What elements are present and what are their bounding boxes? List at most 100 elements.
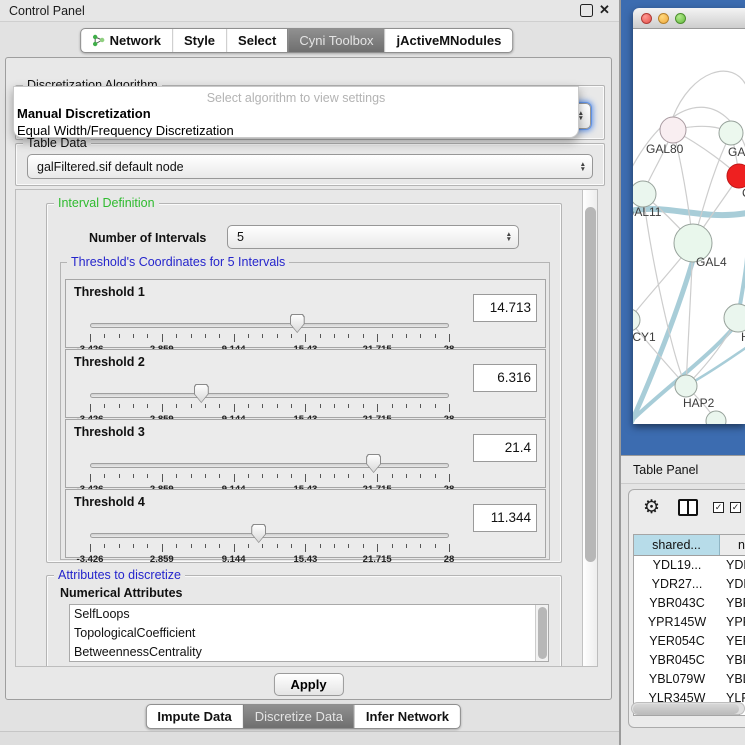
gear-icon[interactable]: ⚙︎ bbox=[643, 496, 660, 519]
cell[interactable]: YPR145W bbox=[634, 613, 720, 632]
network-node[interactable] bbox=[719, 121, 743, 145]
tab-discretize-data[interactable]: Discretize Data bbox=[243, 705, 354, 728]
window-close-button[interactable] bbox=[641, 13, 652, 24]
tab-impute-data[interactable]: Impute Data bbox=[146, 705, 242, 728]
table-row[interactable]: YDR27... YDR2 bbox=[634, 575, 745, 594]
window-minimize-button[interactable] bbox=[658, 13, 669, 24]
slider-track[interactable] bbox=[90, 463, 449, 468]
cell[interactable]: YDL1 bbox=[720, 556, 745, 575]
network-node[interactable] bbox=[633, 181, 656, 207]
slider-track[interactable] bbox=[90, 393, 449, 398]
table-data-combobox-value: galFiltered.sif default node bbox=[37, 160, 184, 174]
cell[interactable]: YBL079W bbox=[634, 670, 720, 689]
network-node[interactable] bbox=[675, 375, 697, 397]
network-view-frame: GAL80GACGAL11GAL4GCY1HHAP2 bbox=[621, 0, 745, 455]
tab-infer-network[interactable]: Infer Network bbox=[354, 705, 460, 728]
network-edge[interactable] bbox=[673, 71, 745, 117]
network-node[interactable] bbox=[724, 304, 745, 332]
threshold-2-slider[interactable]: -3.4262.8599.14415.4321.71528 bbox=[90, 380, 449, 418]
network-canvas[interactable]: GAL80GACGAL11GAL4GCY1HHAP2 bbox=[633, 29, 745, 424]
bottom-strip bbox=[0, 731, 619, 745]
close-panel-icon[interactable]: ✕ bbox=[598, 4, 611, 17]
threshold-4-slider[interactable]: -3.4262.8599.14415.4321.71528 bbox=[90, 520, 449, 558]
float-panel-icon[interactable] bbox=[580, 4, 593, 17]
network-node-label: HAP2 bbox=[683, 396, 715, 410]
slider-track[interactable] bbox=[90, 323, 449, 328]
application-root: Control Panel ✕ Network Style Select Cyn… bbox=[0, 0, 745, 745]
table-row[interactable]: YBR043C YBR0 bbox=[634, 594, 745, 613]
slider-thumb[interactable] bbox=[194, 384, 209, 403]
table-header-row: shared... n bbox=[634, 535, 745, 556]
bottom-tab-bar: Impute Data Discretize Data Infer Networ… bbox=[145, 704, 461, 729]
attributes-list-scrollbar[interactable] bbox=[535, 605, 548, 661]
cell[interactable]: YBR045C bbox=[634, 651, 720, 670]
table-data-group: Table Data galFiltered.sif default node … bbox=[15, 143, 605, 186]
list-item-topologicalcoefficient[interactable]: TopologicalCoefficient bbox=[70, 624, 548, 643]
cell[interactable]: YER0 bbox=[720, 632, 745, 651]
cell[interactable]: YBR0 bbox=[720, 651, 745, 670]
tab-network[interactable]: Network bbox=[81, 29, 172, 52]
slider-track[interactable] bbox=[90, 533, 449, 538]
table-row[interactable]: YBL079W YBL0 bbox=[634, 670, 745, 689]
network-node[interactable] bbox=[633, 309, 640, 331]
interval-definition-group: Interval Definition Number of Intervals … bbox=[46, 203, 562, 563]
table-row[interactable]: YDL19... YDL1 bbox=[634, 556, 745, 575]
threshold-2-panel: Threshold 2 -3.4262.8599.14415.4321.7152… bbox=[65, 349, 546, 418]
window-zoom-button[interactable] bbox=[675, 13, 686, 24]
cell[interactable]: YDR2 bbox=[720, 575, 745, 594]
cell[interactable]: YPR1 bbox=[720, 613, 745, 632]
cell[interactable]: YBR0 bbox=[720, 594, 745, 613]
cell[interactable]: YBL0 bbox=[720, 670, 745, 689]
popup-item-manual-discretization[interactable]: Manual Discretization bbox=[14, 105, 578, 122]
slider-ticks bbox=[90, 544, 449, 553]
network-window-titlebar[interactable] bbox=[633, 8, 745, 29]
threshold-1-slider[interactable]: -3.4262.8599.14415.4321.71528 bbox=[90, 310, 449, 348]
network-node[interactable] bbox=[706, 411, 726, 424]
slider-thumb[interactable] bbox=[290, 314, 305, 333]
network-edge[interactable] bbox=[643, 194, 686, 386]
network-node-label: GAL80 bbox=[646, 142, 684, 156]
threshold-3-value-field[interactable]: 21.4 bbox=[473, 434, 537, 462]
threshold-2-value-field[interactable]: 6.316 bbox=[473, 364, 537, 392]
top-tab-bar: Network Style Select Cyni Toolbox jActiv… bbox=[80, 28, 514, 53]
threshold-3-slider[interactable]: -3.4262.8599.14415.4321.71528 bbox=[90, 450, 449, 488]
popup-item-equal-width-frequency[interactable]: Equal Width/Frequency Discretization bbox=[14, 122, 578, 138]
threshold-2-label: Threshold 2 bbox=[74, 355, 145, 369]
list-item-selfloops[interactable]: SelfLoops bbox=[70, 605, 548, 624]
cell[interactable]: YDR27... bbox=[634, 575, 720, 594]
column-header-name[interactable]: n bbox=[720, 535, 745, 555]
network-graph[interactable]: GAL80GACGAL11GAL4GCY1HHAP2 bbox=[633, 29, 745, 424]
table-row[interactable]: YPR145W YPR1 bbox=[634, 613, 745, 632]
checkbox-icon[interactable]: ✓ bbox=[713, 502, 724, 513]
tab-cyni-toolbox[interactable]: Cyni Toolbox bbox=[287, 29, 384, 52]
tab-select[interactable]: Select bbox=[226, 29, 287, 52]
tab-jactivemnodules[interactable]: jActiveMNodules bbox=[385, 29, 513, 52]
table-data-combobox[interactable]: galFiltered.sif default node ▲▼ bbox=[27, 154, 593, 179]
numerical-attributes-label: Numerical Attributes bbox=[60, 586, 182, 600]
control-panel-titlebar: Control Panel ✕ bbox=[0, 0, 619, 22]
threshold-3-label: Threshold 3 bbox=[74, 425, 145, 439]
number-of-intervals-combobox[interactable]: 5 ▲▼ bbox=[227, 225, 519, 249]
table-horizontal-scrollbar[interactable] bbox=[631, 702, 745, 715]
threshold-1-value-field[interactable]: 14.713 bbox=[473, 294, 537, 322]
cell[interactable]: YBR043C bbox=[634, 594, 720, 613]
network-node[interactable] bbox=[660, 117, 686, 143]
tab-style[interactable]: Style bbox=[172, 29, 226, 52]
settings-vertical-scrollbar[interactable] bbox=[582, 190, 597, 666]
threshold-4-value-field[interactable]: 11.344 bbox=[473, 504, 537, 532]
network-window: GAL80GACGAL11GAL4GCY1HHAP2 bbox=[633, 8, 745, 424]
table-row[interactable]: YER054C YER0 bbox=[634, 632, 745, 651]
column-header-shared-name[interactable]: shared... bbox=[634, 535, 720, 555]
table-row[interactable]: YBR045C YBR0 bbox=[634, 651, 745, 670]
slider-thumb[interactable] bbox=[251, 524, 266, 543]
table-panel-card: ⚙︎ ✓ ✓ shared... n YDL19... YDL1 YDR27..… bbox=[628, 489, 745, 728]
cell[interactable]: YDL19... bbox=[634, 556, 720, 575]
algorithm-dropdown-popup: Select algorithm to view settings Manual… bbox=[13, 86, 579, 138]
cell[interactable]: YER054C bbox=[634, 632, 720, 651]
attributes-to-discretize-group: Attributes to discretize Numerical Attri… bbox=[46, 575, 562, 667]
list-item-betweennesscentrality[interactable]: BetweennessCentrality bbox=[70, 643, 548, 662]
column-layout-icon[interactable] bbox=[678, 499, 698, 516]
apply-button[interactable]: Apply bbox=[273, 673, 343, 696]
checkbox-icon[interactable]: ✓ bbox=[730, 502, 741, 513]
slider-thumb[interactable] bbox=[366, 454, 381, 473]
